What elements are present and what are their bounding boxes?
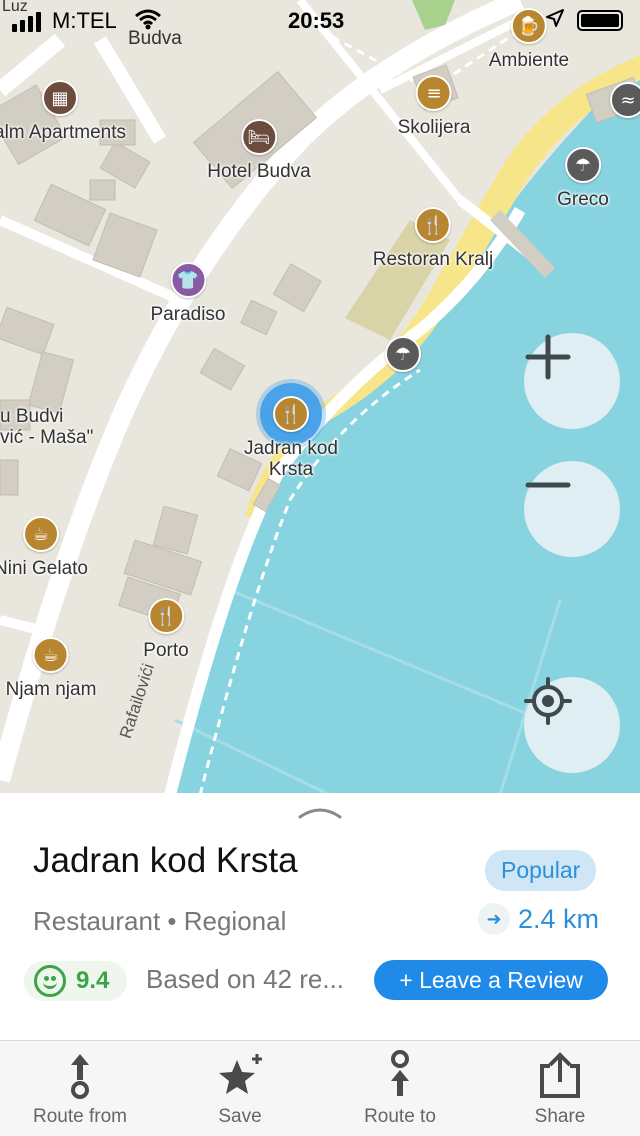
poi-swimming[interactable]: ≈: [610, 82, 640, 118]
zoom-in-button[interactable]: [524, 333, 620, 429]
poi-label: Paradiso: [150, 304, 226, 325]
tab-label: Share: [534, 1106, 586, 1127]
action-bar: Route from Save Route to Share: [0, 1040, 640, 1136]
route-from-icon: [71, 1054, 89, 1099]
sheet-handle-icon[interactable]: [298, 805, 342, 824]
signal-icon: [12, 12, 41, 32]
poi-restoran-kralj[interactable]: 🍴 Restoran Kralj: [373, 207, 493, 270]
map-view[interactable]: 🍺 Ambiente ≡ Skolijera ☂ Greco ▦ alm Apa…: [0, 0, 640, 795]
poi-label: alm Apartments: [0, 122, 126, 143]
poi-skolijera[interactable]: ≡ Skolijera: [397, 75, 471, 138]
place-category: Restaurant • Regional: [33, 906, 287, 936]
my-location-button[interactable]: [524, 677, 620, 773]
zoom-out-button[interactable]: [524, 461, 620, 557]
burger-icon: ≡: [416, 75, 452, 111]
poi-hotel-budva[interactable]: 🛏 Hotel Budva: [207, 119, 311, 182]
tab-label: Save: [218, 1106, 262, 1127]
poi-label: Njam njam: [5, 679, 97, 700]
restaurant-icon: 🍴: [414, 207, 451, 243]
coffee-icon: ☕: [23, 516, 59, 552]
place-name: Jadran kod Krsta: [33, 841, 298, 880]
maps-screen: 🍺 Ambiente ≡ Skolijera ☂ Greco ▦ alm Apa…: [0, 0, 640, 1136]
bed-icon: 🛏: [240, 119, 277, 155]
poi-label: Ambiente: [488, 50, 570, 71]
poi-njam-njam[interactable]: ☕ Njam njam: [5, 637, 97, 700]
poi-porto[interactable]: 🍴 Porto: [143, 598, 189, 661]
beach-umbrella-icon: ☂: [385, 336, 421, 372]
poi-paradiso[interactable]: 👕 Paradiso: [151, 262, 226, 325]
route-to-icon: [391, 1050, 409, 1096]
direction-arrow-icon: ➜: [478, 903, 510, 935]
poi-beach[interactable]: ☂: [385, 336, 421, 372]
crosshair-icon: [524, 677, 572, 725]
minus-icon: [525, 482, 571, 488]
route-to-button[interactable]: Route to: [320, 1041, 480, 1136]
beach-umbrella-icon: ☂: [565, 147, 601, 183]
poi-label: Greco: [557, 189, 609, 210]
rating-score: 9.4: [76, 967, 110, 994]
popular-badge: Popular: [485, 850, 597, 891]
poi-nini-gelato[interactable]: ☕ Nini Gelato: [0, 516, 88, 579]
carrier-name: M:TEL: [52, 8, 117, 33]
swimmer-icon: ≈: [610, 82, 640, 118]
star-add-icon: [219, 1054, 262, 1094]
apartment-icon: ▦: [42, 80, 78, 116]
restaurant-icon: 🍴: [147, 598, 184, 634]
poi-label: Hotel Budva: [207, 161, 311, 182]
share-button[interactable]: Share: [480, 1041, 640, 1136]
tab-label: Route from: [33, 1106, 127, 1127]
distance: ➜ 2.4 km: [478, 903, 599, 935]
smiley-icon: [34, 965, 66, 997]
poi-label: Restoran Kralj: [372, 249, 494, 270]
route-from-button[interactable]: Route from: [0, 1041, 160, 1136]
poi-palm-apartments[interactable]: ▦ alm Apartments: [0, 80, 126, 143]
coffee-icon: ☕: [33, 637, 69, 673]
poi-label: u Budvi vić - Maša": [0, 406, 94, 448]
poi-jadran-kod-krsta[interactable]: 🍴 Jadran kod Krsta: [221, 396, 361, 480]
poi-label: Skolijera: [397, 117, 471, 138]
clock: 20:53: [288, 8, 345, 33]
poi-label: Nini Gelato: [0, 558, 88, 579]
battery-icon: [577, 10, 623, 31]
reviews-count[interactable]: Based on 42 re...: [146, 964, 344, 995]
save-button[interactable]: Save: [160, 1041, 320, 1136]
poi-u-budvi[interactable]: u Budvi vić - Maša": [0, 400, 93, 448]
poi-label: Jadran kod Krsta: [243, 438, 338, 480]
map-city-label: Budva: [128, 28, 182, 49]
distance-value: 2.4 km: [518, 903, 600, 934]
poi-label: Porto: [143, 640, 189, 661]
place-details-sheet[interactable]: Jadran kod Krsta Popular Restaurant • Re…: [0, 793, 640, 1040]
restaurant-icon: 🍴: [273, 396, 309, 432]
rating-badge: 9.4: [24, 961, 128, 1001]
share-icon: [540, 1052, 580, 1098]
poi-greco[interactable]: ☂ Greco: [557, 147, 609, 210]
status-bar: Luz M:TEL Budva 20:53: [0, 0, 640, 49]
leave-review-button[interactable]: + Leave a Review: [374, 960, 608, 1000]
shirt-icon: 👕: [170, 262, 206, 298]
location-arrow-icon: [545, 8, 565, 33]
tab-label: Route to: [364, 1106, 436, 1127]
plus-icon: [525, 334, 571, 380]
